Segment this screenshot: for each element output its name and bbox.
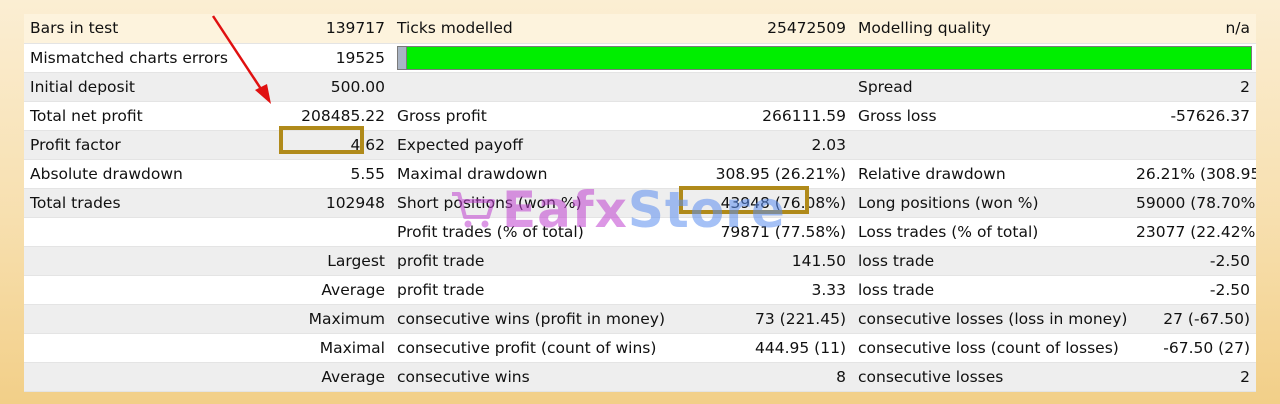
value-cell: -2.50 [1130, 246, 1256, 276]
table-row: Absolute drawdown 5.55 Maximal drawdown … [24, 159, 1256, 189]
label-cell [24, 217, 271, 247]
value-cell: 266111.59 [669, 101, 852, 131]
label-cell: Total trades [24, 188, 271, 218]
value-cell: 2 [1130, 72, 1256, 102]
table-row: Maximum consecutive wins (profit in mone… [24, 304, 1256, 334]
label-cell [24, 333, 271, 363]
report-table: Bars in test 139717 Ticks modelled 25472… [24, 14, 1256, 392]
value-cell [271, 217, 391, 247]
label-cell: Gross loss [852, 101, 1130, 131]
value-cell: 79871 (77.58%) [669, 217, 852, 247]
value-cell: 2.03 [669, 130, 852, 160]
label-cell: Absolute drawdown [24, 159, 271, 189]
value-cell: Average [271, 275, 391, 305]
label-cell: consecutive wins (profit in money) [391, 304, 669, 334]
strategy-tester-report: Bars in test 139717 Ticks modelled 25472… [24, 14, 1256, 392]
modelling-progress-bar [397, 45, 1252, 70]
table-row: Initial deposit 500.00 Spread 2 [24, 72, 1256, 102]
label-cell: consecutive loss (count of losses) [852, 333, 1130, 363]
value-cell: 208485.22 [271, 101, 391, 131]
label-cell: Loss trades (% of total) [852, 217, 1130, 247]
value-cell: 19525 [271, 43, 391, 73]
value-cell: 4.62 [271, 130, 391, 160]
table-row: Profit trades (% of total) 79871 (77.58%… [24, 217, 1256, 247]
value-cell: 5.55 [271, 159, 391, 189]
label-cell: Gross profit [391, 101, 669, 131]
label-cell: Spread [852, 72, 1130, 102]
progress-bar-cap [398, 46, 407, 69]
value-cell: 141.50 [669, 246, 852, 276]
value-cell: 59000 (78.70%) [1130, 188, 1256, 218]
modelling-progress-cell [391, 43, 1256, 73]
label-cell: Expected payoff [391, 130, 669, 160]
table-row: Average consecutive wins 8 consecutive l… [24, 362, 1256, 392]
label-cell: Ticks modelled [391, 14, 669, 44]
value-cell: -67.50 (27) [1130, 333, 1256, 363]
value-cell: 102948 [271, 188, 391, 218]
value-cell: 25472509 [669, 14, 852, 44]
table-row: Average profit trade 3.33 loss trade -2.… [24, 275, 1256, 305]
label-cell: consecutive losses (loss in money) [852, 304, 1130, 334]
value-cell: 500.00 [271, 72, 391, 102]
table-row: Maximal consecutive profit (count of win… [24, 333, 1256, 363]
value-cell: 444.95 (11) [669, 333, 852, 363]
label-cell: loss trade [852, 246, 1130, 276]
value-cell: 27 (-67.50) [1130, 304, 1256, 334]
value-cell [669, 72, 852, 102]
value-cell: 26.21% (308.95) [1130, 159, 1256, 189]
table-row: Total trades 102948 Short positions (won… [24, 188, 1256, 218]
label-cell: Profit factor [24, 130, 271, 160]
label-cell: consecutive profit (count of wins) [391, 333, 669, 363]
value-cell: Largest [271, 246, 391, 276]
value-cell: Maximal [271, 333, 391, 363]
value-cell: n/a [1130, 14, 1256, 44]
value-cell: 73 (221.45) [669, 304, 852, 334]
label-cell [852, 130, 1130, 160]
label-cell: Bars in test [24, 14, 271, 44]
label-cell: consecutive losses [852, 362, 1130, 392]
value-cell: 8 [669, 362, 852, 392]
label-cell: Profit trades (% of total) [391, 217, 669, 247]
label-cell: Initial deposit [24, 72, 271, 102]
value-cell: 2 [1130, 362, 1256, 392]
label-cell: consecutive wins [391, 362, 669, 392]
value-cell: 139717 [271, 14, 391, 44]
label-cell [24, 275, 271, 305]
label-cell [24, 246, 271, 276]
value-cell: 3.33 [669, 275, 852, 305]
value-cell: Average [271, 362, 391, 392]
label-cell: profit trade [391, 246, 669, 276]
value-cell: Maximum [271, 304, 391, 334]
label-cell [24, 362, 271, 392]
value-cell: -57626.37 [1130, 101, 1256, 131]
label-cell [391, 72, 669, 102]
label-cell: profit trade [391, 275, 669, 305]
label-cell: loss trade [852, 275, 1130, 305]
value-cell [1130, 130, 1256, 160]
table-row: Mismatched charts errors 19525 [24, 43, 1256, 73]
label-cell: Total net profit [24, 101, 271, 131]
value-cell: 308.95 (26.21%) [669, 159, 852, 189]
value-cell: 23077 (22.42%) [1130, 217, 1256, 247]
label-cell: Short positions (won %) [391, 188, 669, 218]
label-cell: Maximal drawdown [391, 159, 669, 189]
table-row: Largest profit trade 141.50 loss trade -… [24, 246, 1256, 276]
value-cell: 43948 (76.08%) [669, 188, 852, 218]
label-cell: Mismatched charts errors [24, 43, 271, 73]
label-cell: Long positions (won %) [852, 188, 1130, 218]
label-cell [24, 304, 271, 334]
label-cell: Relative drawdown [852, 159, 1130, 189]
table-row: Total net profit 208485.22 Gross profit … [24, 101, 1256, 131]
value-cell: -2.50 [1130, 275, 1256, 305]
table-row: Bars in test 139717 Ticks modelled 25472… [24, 14, 1256, 44]
table-row: Profit factor 4.62 Expected payoff 2.03 [24, 130, 1256, 160]
label-cell: Modelling quality [852, 14, 1130, 44]
